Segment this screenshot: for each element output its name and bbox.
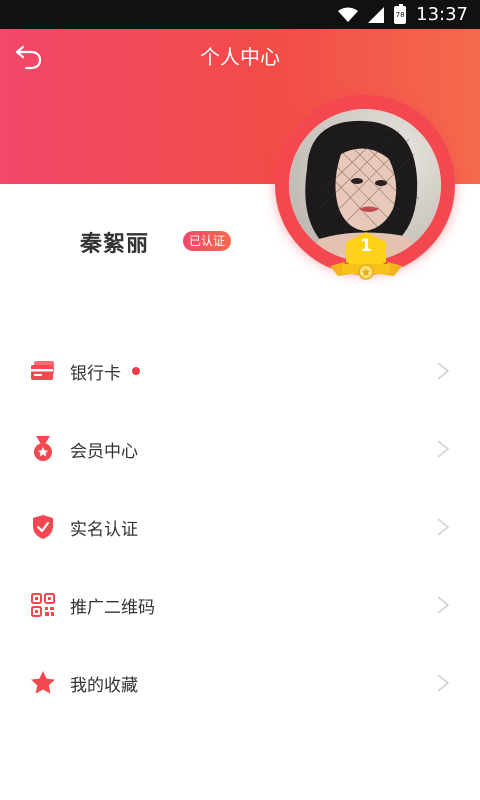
chevron-right-icon <box>437 440 450 458</box>
chevron-right-icon <box>437 674 450 692</box>
medal-icon <box>30 436 56 462</box>
notification-dot <box>132 367 140 375</box>
chevron-right-icon <box>437 362 450 380</box>
page-title: 个人中心 <box>200 45 280 69</box>
chevron-right-icon <box>437 596 450 614</box>
menu-item-label: 会员中心 <box>70 441 138 462</box>
menu-item-real-name-auth[interactable]: 实名认证 <box>0 488 480 566</box>
menu-item-membership[interactable]: 会员中心 <box>0 410 480 488</box>
menu-item-label: 实名认证 <box>70 519 138 540</box>
menu-item-bank-card[interactable]: 银行卡 <box>0 332 480 410</box>
bank-card-icon <box>30 358 56 384</box>
menu-item-label: 我的收藏 <box>70 675 138 696</box>
user-name: 秦絮丽 <box>80 232 150 257</box>
status-time: 13:37 <box>416 4 468 25</box>
signal-icon <box>368 6 385 23</box>
level-number: 1 <box>360 236 372 256</box>
status-bar: 78 13:37 <box>0 0 480 29</box>
verified-badge: 已认证 <box>183 231 232 251</box>
menu-item-label: 银行卡 <box>70 363 121 384</box>
star-icon <box>30 670 56 696</box>
menu-item-promo-qr[interactable]: 推广二维码 <box>0 566 480 644</box>
qr-code-icon <box>30 592 56 618</box>
status-icons: 78 13:37 <box>338 0 468 29</box>
level-badge: 1 <box>330 230 402 282</box>
menu-item-favorites[interactable]: 我的收藏 <box>0 644 480 722</box>
battery-level: 78 <box>395 10 405 19</box>
menu-item-label: 推广二维码 <box>70 597 155 618</box>
wifi-icon <box>338 7 359 22</box>
menu-list: 银行卡 会员中心 实名认证 推广二维码 我的收藏 <box>0 332 480 722</box>
battery-icon: 78 <box>394 3 407 24</box>
chevron-right-icon <box>437 518 450 536</box>
shield-check-icon <box>30 514 56 540</box>
